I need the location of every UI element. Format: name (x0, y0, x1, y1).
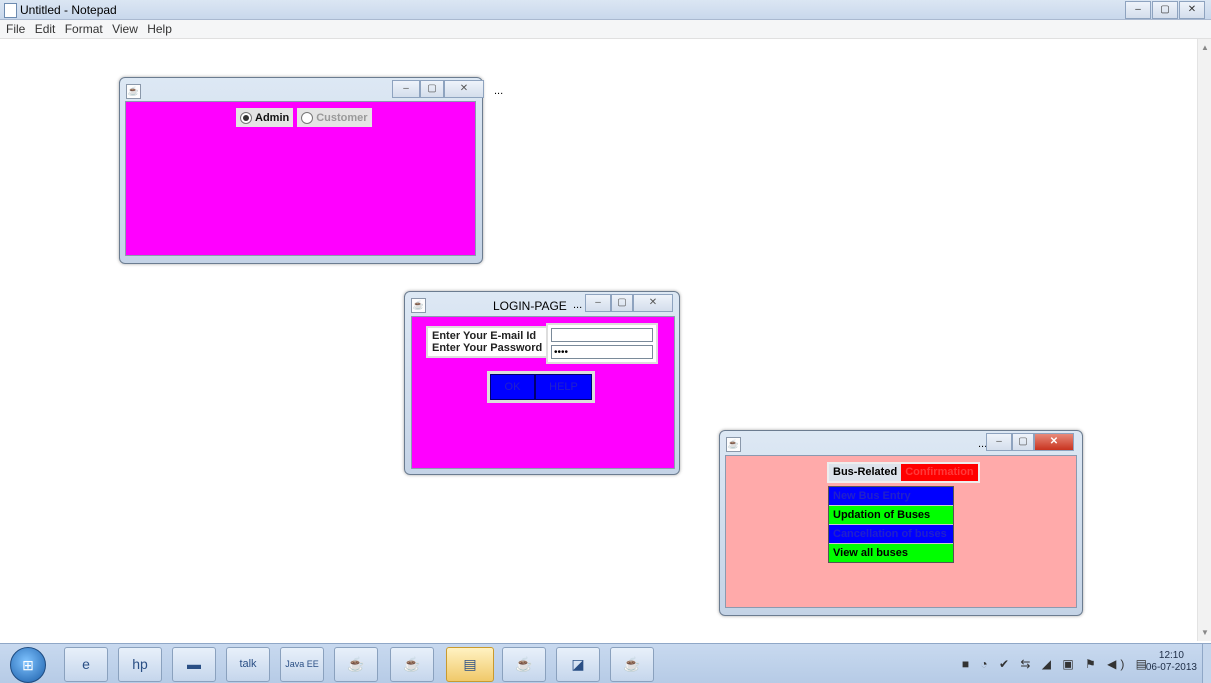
radio-unselected-icon (301, 111, 314, 124)
menu-view[interactable]: View (112, 22, 138, 36)
admin-radio[interactable]: Admin (236, 108, 294, 127)
ok-button[interactable]: OK (490, 374, 535, 400)
admin-label: Admin (255, 111, 290, 124)
notepad-title-bar: Untitled - Notepad – ▢ ✕ (0, 0, 1211, 20)
taskbar: ⊞ e hp ▬ talk Java EE ☕ ☕ ▤ ☕ ◪ ☕ ■ ◔ ✔ … (0, 643, 1211, 683)
java-icon: ☕ (126, 84, 141, 99)
minimize-button[interactable]: – (1125, 1, 1151, 19)
app-icon[interactable]: ▬ (172, 647, 216, 682)
menu-help[interactable]: Help (147, 22, 172, 36)
show-desktop-button[interactable] (1202, 644, 1211, 683)
title-overflow: ... (573, 299, 583, 311)
minimize-button[interactable]: – (585, 294, 611, 312)
close-button[interactable]: ✕ (1034, 433, 1074, 451)
bus-menu-bar: Bus-Related Confirmation (827, 462, 980, 483)
window-title: LOGIN-PAGE (493, 299, 567, 313)
bus-window: ☕ ... – ▢ ✕ Bus-Related Confirmation New… (719, 430, 1083, 616)
java-ee-ide-icon[interactable]: Java EE (280, 647, 324, 682)
vertical-scrollbar[interactable]: ▲ ▼ (1197, 39, 1211, 641)
bus-panel: Bus-Related Confirmation New Bus Entry U… (725, 455, 1077, 608)
notepad-icon[interactable]: ▤ (446, 647, 494, 682)
help-button[interactable]: HELP (535, 374, 592, 400)
bus-dropdown: New Bus Entry Updation of Buses Cancella… (828, 486, 954, 563)
java-icon[interactable]: ☕ (610, 647, 654, 682)
java-icon[interactable]: ☕ (390, 647, 434, 682)
java-icon: ☕ (411, 298, 426, 313)
login-panel: Enter Your E-mail Id Enter Your Password… (411, 316, 675, 469)
close-button[interactable]: ✕ (444, 80, 484, 98)
menu-item-updation-of-buses[interactable]: Updation of Buses (829, 506, 953, 525)
close-button[interactable]: ✕ (1179, 1, 1205, 19)
menu-file[interactable]: File (6, 22, 25, 36)
customer-label: Customer (316, 111, 368, 124)
ie-icon[interactable]: e (64, 647, 108, 682)
system-tray-icons[interactable]: ■ ◔ ✔ ⇆ ◢ ▣ ⚑ ◀) ▤ (962, 657, 1151, 671)
clock-time: 12:10 (1158, 650, 1184, 661)
minimize-button[interactable]: – (392, 80, 420, 98)
customer-radio[interactable]: Customer (297, 108, 372, 127)
clock-date: 06-07-2013 (1145, 662, 1197, 673)
window-icon[interactable]: ◪ (556, 647, 600, 682)
notepad-menu-bar: File Edit Format View Help (0, 20, 1211, 39)
menu-confirmation[interactable]: Confirmation (901, 464, 978, 481)
menu-edit[interactable]: Edit (35, 22, 56, 36)
maximize-button[interactable]: ▢ (611, 294, 633, 312)
start-button[interactable]: ⊞ (10, 647, 46, 683)
menu-item-view-all-buses[interactable]: View all buses (829, 544, 953, 562)
email-field[interactable] (551, 328, 653, 342)
menu-item-new-bus-entry[interactable]: New Bus Entry (829, 487, 953, 506)
login-inputs (546, 323, 658, 364)
menu-item-cancellation-of-buses[interactable]: Cancellation of buses (829, 525, 953, 544)
radio-window: ☕ ... – ▢ ✕ Admin Customer (119, 77, 503, 264)
talk-icon[interactable]: talk (226, 647, 270, 682)
login-labels: Enter Your E-mail Id Enter Your Password (426, 326, 549, 358)
scroll-up-icon[interactable]: ▲ (1201, 43, 1209, 52)
notepad-icon (4, 3, 17, 18)
radio-selected-icon (240, 111, 252, 124)
java-icon[interactable]: ☕ (334, 647, 378, 682)
java-icon: ☕ (726, 437, 741, 452)
password-field[interactable] (551, 345, 653, 359)
minimize-button[interactable]: – (986, 433, 1012, 451)
java-icon[interactable]: ☕ (502, 647, 546, 682)
maximize-button[interactable]: ▢ (1152, 1, 1178, 19)
hp-icon[interactable]: hp (118, 647, 162, 682)
radio-panel: Admin Customer (125, 101, 476, 256)
login-buttons: OK HELP (487, 371, 595, 403)
scroll-down-icon[interactable]: ▼ (1201, 628, 1209, 637)
menu-bus-related[interactable]: Bus-Related (829, 464, 902, 481)
title-overflow: ... (494, 85, 504, 97)
password-label: Enter Your Password (432, 342, 543, 354)
email-label: Enter Your E-mail Id (432, 330, 537, 342)
menu-format[interactable]: Format (65, 22, 103, 36)
notepad-title: Untitled - Notepad (20, 3, 117, 17)
maximize-button[interactable]: ▢ (420, 80, 444, 98)
maximize-button[interactable]: ▢ (1012, 433, 1034, 451)
close-button[interactable]: ✕ (633, 294, 673, 312)
login-window: ☕ LOGIN-PAGE ... – ▢ ✕ Enter Your E-mail… (404, 291, 680, 475)
clock[interactable]: 12:10 06-07-2013 (1146, 650, 1197, 674)
